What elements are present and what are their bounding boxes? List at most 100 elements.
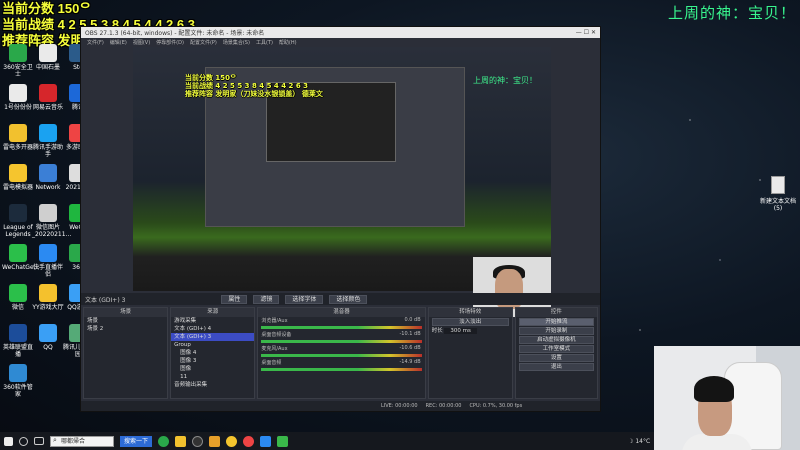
obs-window: OBS 27.1.3 (64-bit, windows) - 配置文件: 未命名… (80, 26, 601, 412)
menu-docks[interactable]: 停靠部件(D) (156, 39, 184, 46)
source-item[interactable]: 文本 (GDI+) 4 (171, 325, 254, 333)
select-font-button[interactable]: 选择字体 (285, 294, 324, 304)
menu-view[interactable]: 视图(V) (133, 39, 150, 46)
app-icon (39, 284, 57, 302)
nested-god-text: 上周的神：宝贝！ (473, 76, 537, 85)
select-color-button[interactable]: 选择颜色 (329, 294, 368, 304)
source-item[interactable]: Group (171, 341, 254, 349)
menu-edit[interactable]: 编辑(E) (110, 39, 127, 46)
volume-meter[interactable] (261, 368, 422, 371)
source-item-selected[interactable]: 文本 (GDI+) 3 (171, 333, 255, 341)
live-time: LIVE: 00:00:00 (381, 403, 418, 409)
app-icon (39, 244, 57, 262)
properties-button[interactable]: 属性 (221, 294, 248, 304)
mixer-channel: 桌面音频设备 -10.1 dB (258, 331, 424, 343)
obs-titlebar: OBS 27.1.3 (64-bit, windows) - 配置文件: 未命名… (81, 27, 600, 38)
desktop-icon[interactable]: 快手直播伴侣 (32, 244, 64, 278)
scenes-header: 场景 (84, 308, 168, 317)
source-item[interactable]: 游戏采集 (171, 317, 254, 325)
desktop-icon[interactable]: 微信 (2, 284, 34, 311)
taskbar-search-input[interactable]: 哪都帰合 (50, 435, 114, 447)
menu-help[interactable]: 帮助(H) (279, 39, 297, 46)
desktop-icon[interactable]: YY游戏大厅 (32, 284, 64, 311)
source-item[interactable]: 图像 (171, 365, 254, 373)
desktop-icon[interactable]: 中国石墨 (32, 44, 64, 71)
desktop-icon[interactable]: 360安全卫士 (2, 44, 34, 78)
folder-icon[interactable] (175, 435, 187, 447)
taskbar-search-button[interactable]: 搜索一下 (120, 435, 153, 447)
scene-item[interactable]: 场景 2 (84, 325, 167, 333)
app-icon (9, 324, 27, 342)
desktop-icon[interactable]: Network (32, 164, 64, 191)
app-icon[interactable] (226, 435, 238, 447)
volume-meter[interactable] (261, 354, 422, 357)
app-icon (9, 204, 27, 222)
window-controls[interactable]: — ☐ ✕ (576, 29, 596, 36)
task-view-icon[interactable] (34, 437, 44, 445)
desktop-icon[interactable]: QQ (32, 324, 64, 351)
filters-button[interactable]: 滤镜 (253, 294, 280, 304)
app-icon[interactable] (243, 435, 255, 447)
webcam-feed (654, 346, 800, 450)
app-icon[interactable] (260, 435, 272, 447)
desktop-icon[interactable]: 微信图片_20220211... (32, 204, 71, 238)
start-streaming-button[interactable]: 开始推流 (518, 318, 594, 326)
search-icon[interactable] (19, 436, 28, 446)
app-icon[interactable] (277, 435, 289, 447)
obs-menubar: 文件(F) 编辑(E) 视图(V) 停靠部件(D) 配置文件(P) 场景集合(S… (81, 38, 600, 46)
desktop-icon[interactable]: 360软件管家 (2, 364, 34, 398)
duration-input[interactable]: 300 ms (444, 328, 477, 334)
source-item[interactable]: 音频输出采集 (171, 381, 254, 389)
weather-tray[interactable]: ☽ 14°C (628, 438, 650, 445)
desktop-icon[interactable]: 雷电模拟器 (2, 164, 34, 191)
desktop-icon[interactable]: 腾讯手游助手 (32, 124, 64, 158)
mixer-channel: 浏览器/Aux 0.0 dB (258, 317, 424, 329)
app-icon (9, 84, 27, 102)
source-item[interactable]: 11 (171, 373, 254, 381)
sources-dock: 来源 游戏采集 文本 (GDI+) 4 文本 (GDI+) 3 Group 图像… (170, 307, 256, 399)
volume-meter[interactable] (261, 340, 422, 343)
overlay-score: 当前分数 150ᄋ (2, 1, 92, 16)
virtual-camera-button[interactable]: 启动虚拟摄像机 (518, 336, 594, 344)
desktop-icon[interactable]: 网易云音乐 (32, 84, 64, 111)
desktop-icon[interactable]: 1号份份份 (2, 84, 34, 111)
obs-icon[interactable] (192, 435, 204, 447)
scenes-dock: 场景 场景 场景 2 (83, 307, 169, 399)
source-item[interactable]: 图像 3 (171, 357, 254, 365)
volume-meter[interactable] (261, 326, 422, 329)
cpu-fps: CPU: 0.7%, 30.00 fps (469, 403, 523, 409)
menu-file[interactable]: 文件(F) (87, 39, 104, 46)
app-icon (39, 164, 57, 182)
app-icon (9, 244, 27, 262)
app-icon (39, 204, 57, 222)
desktop-icon[interactable]: WeChatGe... (2, 244, 39, 271)
desktop-icon[interactable]: League of Legends (2, 204, 34, 238)
transition-select[interactable]: 淡入淡出 (431, 318, 509, 326)
menu-tools[interactable]: 工具(T) (256, 39, 273, 46)
mixer-channel: 桌面音频 -14.9 dB (258, 359, 424, 371)
app-icon[interactable] (209, 435, 221, 447)
app-360-icon[interactable] (158, 435, 170, 447)
rec-time: REC: 00:00:00 (425, 403, 462, 409)
desktop-icon[interactable]: 英雄联盟直播 (2, 324, 34, 358)
desktop-icon-textfile[interactable]: 新建文本文档 (5) (760, 176, 796, 212)
exit-button[interactable]: 退出 (518, 363, 594, 371)
obs-preview[interactable]: 上周的神：宝贝！ 当前分数 150ᄋ 当前战绩 4 2 5 5 3 8 4 5 … (133, 47, 551, 317)
taskbar: 哪都帰合 搜索一下 (0, 432, 654, 450)
windows-start-icon[interactable] (4, 436, 13, 446)
menu-profile[interactable]: 配置文件(P) (190, 39, 217, 46)
studio-mode-button[interactable]: 工作室模式 (518, 345, 594, 353)
menu-scene-collection[interactable]: 场景集合(S) (223, 39, 250, 46)
sources-header: 来源 (171, 308, 255, 317)
text-file-icon (771, 176, 785, 194)
desktop-icon[interactable]: 雷电多开器 (2, 124, 34, 151)
settings-button[interactable]: 设置 (518, 354, 594, 362)
obs-docks: 场景 场景 场景 2 来源 游戏采集 文本 (GDI+) 4 文本 (GDI+)… (81, 307, 600, 399)
nested-recommend: 推荐阵容 发明家（刀妹没水银锁盖） 德莱文 (185, 90, 323, 98)
app-icon (9, 164, 27, 182)
selected-source-label: 文本 (GDI+) 3 (85, 296, 126, 304)
scene-item[interactable]: 场景 (84, 317, 167, 325)
source-item[interactable]: 图像 4 (171, 349, 254, 357)
start-recording-button[interactable]: 开始录制 (518, 327, 594, 335)
mixer-channel: 麦克风/Aux -10.6 dB (258, 345, 424, 357)
